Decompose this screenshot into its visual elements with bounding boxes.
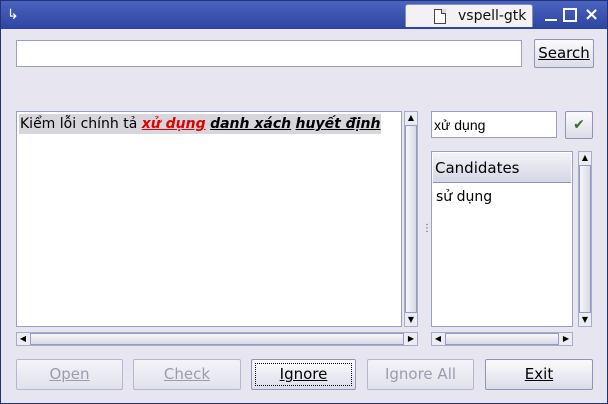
misspelled-word[interactable]: huyết định bbox=[296, 116, 381, 132]
scroll-up-icon[interactable]: ▲ bbox=[579, 152, 591, 164]
plain-text: Kiểm lỗi chính tả bbox=[20, 116, 142, 132]
scrollbar-thumb[interactable] bbox=[30, 333, 404, 345]
window-menu-icon[interactable]: ↳ bbox=[7, 7, 23, 23]
candidates-vertical-scrollbar[interactable]: ▲ ▼ bbox=[578, 151, 592, 327]
misspelled-word[interactable]: danh xách bbox=[210, 116, 291, 132]
search-button[interactable]: Search bbox=[534, 39, 594, 68]
maximize-icon[interactable] bbox=[563, 8, 577, 22]
scroll-up-icon[interactable]: ▲ bbox=[405, 112, 417, 124]
ignore-all-button-label: Ignore All bbox=[384, 365, 457, 383]
exit-button[interactable]: Exit bbox=[485, 359, 593, 390]
document-text-view[interactable]: Kiểm lỗi chính tả xử dụng danh xách huyế… bbox=[16, 111, 402, 327]
candidates-list[interactable]: Candidates sử dụng bbox=[431, 151, 573, 327]
main-window: ↳ vspell-gtk × Search Kiểm lỗi chính tả … bbox=[0, 0, 608, 404]
candidates-horizontal-scrollbar[interactable]: ◀ ▶ bbox=[431, 332, 573, 346]
check-button[interactable]: Check bbox=[133, 359, 241, 390]
ignore-button[interactable]: Ignore bbox=[251, 359, 356, 390]
minimize-icon[interactable] bbox=[544, 8, 558, 22]
search-button-label: Search bbox=[538, 44, 590, 62]
title-bar[interactable]: ↳ vspell-gtk × bbox=[1, 1, 607, 29]
ignore-all-button[interactable]: Ignore All bbox=[367, 359, 474, 390]
scrollbar-thumb[interactable] bbox=[579, 165, 591, 313]
scroll-down-icon[interactable]: ▼ bbox=[579, 314, 591, 326]
scroll-left-icon[interactable]: ◀ bbox=[17, 333, 29, 345]
scroll-left-icon[interactable]: ◀ bbox=[432, 333, 444, 345]
scroll-right-icon[interactable]: ▶ bbox=[405, 333, 417, 345]
current-misspelled-word[interactable]: xử dụng bbox=[142, 116, 206, 132]
apply-icon: ✔ bbox=[573, 117, 585, 133]
check-button-label: Check bbox=[163, 365, 211, 383]
window-title-tab[interactable]: vspell-gtk bbox=[405, 4, 533, 27]
scroll-right-icon[interactable]: ▶ bbox=[560, 333, 572, 345]
text-vertical-scrollbar[interactable]: ▲ ▼ bbox=[404, 111, 418, 327]
scrollbar-thumb[interactable] bbox=[445, 333, 559, 345]
text-horizontal-scrollbar[interactable]: ◀ ▶ bbox=[16, 332, 418, 346]
window-title: vspell-gtk bbox=[458, 8, 527, 24]
candidate-item[interactable]: sử dụng bbox=[436, 188, 492, 206]
text-line: Kiểm lỗi chính tả xử dụng danh xách huyế… bbox=[19, 114, 382, 134]
document-icon bbox=[434, 9, 446, 24]
open-button[interactable]: Open bbox=[16, 359, 123, 390]
exit-button-label: Exit bbox=[524, 365, 554, 383]
suggestion-input[interactable] bbox=[431, 111, 557, 138]
scroll-down-icon[interactable]: ▼ bbox=[405, 314, 417, 326]
focus-ring bbox=[255, 363, 352, 386]
scrollbar-thumb[interactable] bbox=[405, 125, 417, 313]
search-input[interactable] bbox=[16, 40, 522, 67]
apply-suggestion-button[interactable]: ✔ bbox=[565, 111, 593, 139]
open-button-label: Open bbox=[49, 365, 90, 383]
close-icon[interactable]: × bbox=[584, 6, 599, 24]
candidates-header[interactable]: Candidates bbox=[433, 153, 571, 183]
